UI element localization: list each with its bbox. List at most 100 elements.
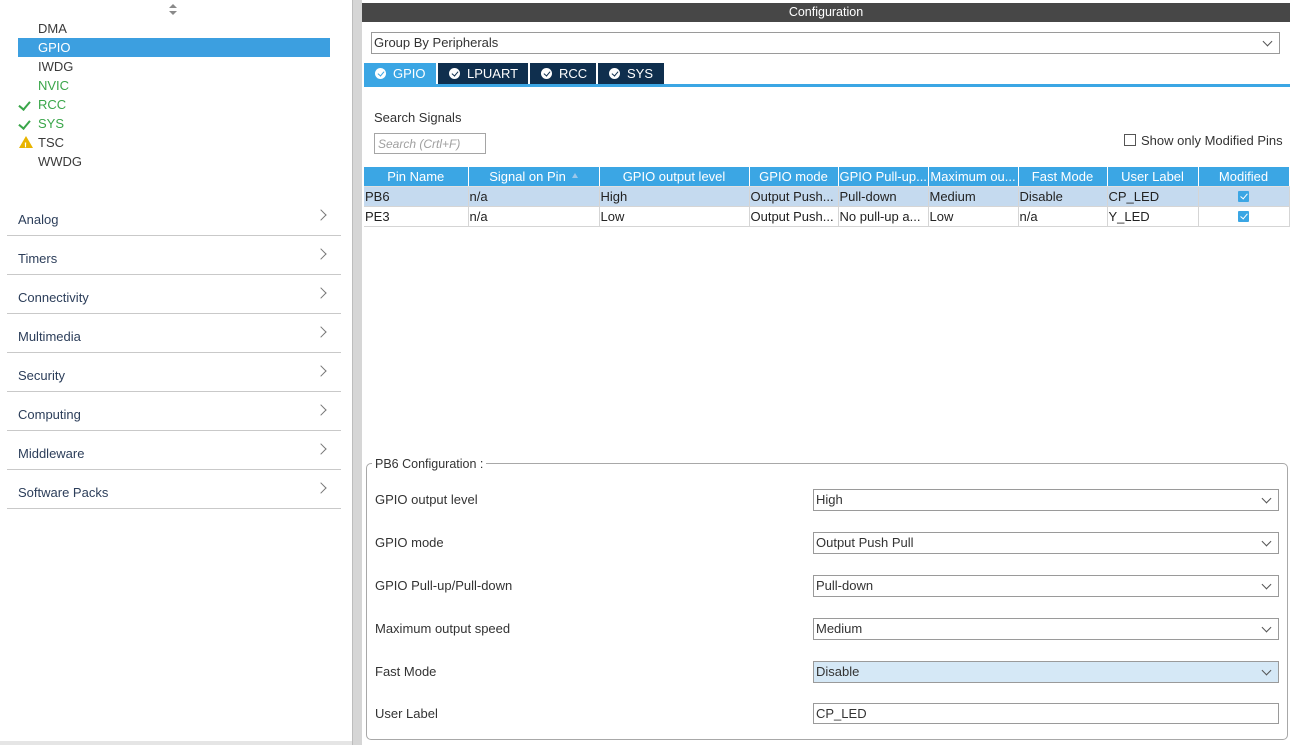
chevron-down-icon: [1261, 536, 1272, 547]
category-label: Analog: [18, 212, 59, 227]
tab-lpuart[interactable]: LPUART: [438, 63, 528, 84]
sidebar-item-label: RCC: [38, 97, 67, 112]
max-speed-select[interactable]: Medium: [813, 618, 1279, 640]
col-header-label: GPIO output level: [622, 168, 726, 184]
chevron-down-icon: [1261, 493, 1272, 504]
panel-splitter[interactable]: [352, 0, 362, 745]
category-computing[interactable]: Computing: [7, 392, 341, 431]
cell-fast-mode: n/a: [1018, 206, 1108, 227]
pull-select[interactable]: Pull-down: [813, 575, 1279, 597]
col-header-pin-name[interactable]: Pin Name: [364, 167, 469, 187]
chevron-right-icon: [315, 287, 327, 299]
sidebar-item-label: SYS: [38, 116, 65, 131]
gpio-mode-select[interactable]: Output Push Pull: [813, 532, 1279, 554]
sort-ascending-icon: [571, 172, 578, 178]
table-row[interactable]: PE3 n/a Low Output Push... No pull-up a.…: [364, 206, 1290, 227]
select-value: Disable: [816, 664, 860, 679]
sidebar-item-iwdg[interactable]: IWDG: [18, 57, 330, 76]
col-header-label: GPIO Pull-up...: [839, 168, 927, 184]
category-label: Timers: [18, 251, 58, 266]
col-header-gpio-pull[interactable]: GPIO Pull-up...: [838, 167, 929, 187]
select-value: High: [816, 492, 843, 507]
cell-user-label: CP_LED: [1107, 186, 1199, 207]
warning-icon: [19, 136, 33, 156]
category-connectivity[interactable]: Connectivity: [7, 275, 341, 314]
group-by-value: Group By Peripherals: [374, 35, 499, 50]
col-header-label: Maximum ou...: [930, 168, 1016, 184]
sidebar-item-nvic[interactable]: NVIC: [18, 76, 330, 95]
col-header-fast-mode[interactable]: Fast Mode: [1018, 167, 1108, 187]
modified-checkbox[interactable]: [1238, 190, 1249, 202]
cell-speed: Medium: [928, 186, 1019, 207]
category-software-packs[interactable]: Software Packs: [7, 470, 341, 509]
pin-table: Pin Name Signal on Pin GPIO output level…: [364, 167, 1290, 227]
sidebar-item-tsc[interactable]: TSC: [18, 133, 330, 156]
sidebar-item-label: IWDG: [38, 59, 74, 74]
fast-mode-select[interactable]: Disable: [813, 661, 1279, 683]
col-header-signal-on-pin[interactable]: Signal on Pin: [468, 167, 600, 187]
col-header-label: GPIO mode: [759, 168, 828, 184]
search-signals-input[interactable]: [374, 133, 486, 154]
sidebar-item-label: NVIC: [38, 78, 70, 93]
user-label-input[interactable]: [813, 703, 1279, 724]
chevron-down-icon: [1261, 622, 1272, 633]
modified-checkbox[interactable]: [1238, 210, 1249, 222]
sidebar-item-gpio[interactable]: GPIO: [18, 38, 330, 57]
sort-toggle-icon[interactable]: [168, 4, 178, 16]
output-level-select[interactable]: High: [813, 489, 1279, 511]
category-security[interactable]: Security: [7, 353, 341, 392]
chevron-right-icon: [315, 248, 327, 260]
col-header-max-output-speed[interactable]: Maximum ou...: [928, 167, 1019, 187]
cell-signal: n/a: [468, 206, 600, 227]
sidebar-item-dma[interactable]: DMA: [18, 19, 330, 38]
sidebar-item-label: TSC: [38, 135, 64, 150]
col-header-label: Fast Mode: [1031, 168, 1094, 184]
category-label: Middleware: [18, 446, 85, 461]
cell-pull: No pull-up a...: [838, 206, 929, 227]
cell-speed: Low: [928, 206, 1019, 227]
panel-title: Configuration: [362, 3, 1290, 22]
chevron-down-icon: [1262, 36, 1273, 47]
table-row[interactable]: PB6 n/a High Output Push... Pull-down Me…: [364, 186, 1290, 207]
check-icon: [19, 117, 33, 130]
category-middleware[interactable]: Middleware: [7, 431, 341, 470]
chevron-right-icon: [315, 482, 327, 494]
sidebar-item-wwdg[interactable]: WWDG: [18, 152, 330, 171]
sidebar-item-rcc[interactable]: RCC: [18, 95, 330, 114]
peripheral-sidebar: DMA GPIO IWDG NVIC RCC SYS TSC WWDG Anal…: [0, 0, 352, 745]
tab-label: RCC: [559, 66, 588, 81]
tab-gpio[interactable]: GPIO: [364, 63, 436, 84]
category-analog[interactable]: Analog: [7, 197, 341, 236]
col-header-label: Signal on Pin: [489, 168, 566, 184]
sidebar-item-label: GPIO: [38, 40, 71, 55]
col-header-gpio-mode[interactable]: GPIO mode: [749, 167, 839, 187]
cell-gpio-mode: Output Push...: [749, 206, 839, 227]
col-header-user-label[interactable]: User Label: [1107, 167, 1199, 187]
search-signals-label: Search Signals: [374, 110, 462, 125]
pin-configuration-title: PB6 Configuration :: [372, 457, 487, 471]
col-header-gpio-output-level[interactable]: GPIO output level: [599, 167, 750, 187]
sidebar-item-sys[interactable]: SYS: [18, 114, 330, 133]
tab-sys[interactable]: SYS: [598, 63, 664, 84]
cell-modified: [1198, 206, 1290, 227]
chevron-right-icon: [315, 365, 327, 377]
cell-signal: n/a: [468, 186, 600, 207]
category-multimedia[interactable]: Multimedia: [7, 314, 341, 353]
tab-rcc[interactable]: RCC: [530, 63, 596, 84]
select-value: Output Push Pull: [816, 535, 914, 550]
cell-output-level: High: [599, 186, 750, 207]
check-icon: [19, 98, 33, 111]
tab-label: LPUART: [467, 66, 519, 81]
table-header-row: Pin Name Signal on Pin GPIO output level…: [364, 167, 1290, 187]
field-label-fast-mode: Fast Mode: [375, 664, 437, 679]
field-label-gpio-mode: GPIO mode: [375, 535, 444, 550]
configuration-panel: Configuration Group By Peripherals GPIO …: [362, 0, 1290, 745]
field-label-user-label: User Label: [375, 706, 438, 721]
tab-label: GPIO: [393, 66, 426, 81]
category-timers[interactable]: Timers: [7, 236, 341, 275]
group-by-select[interactable]: Group By Peripherals: [371, 32, 1280, 54]
chevron-right-icon: [315, 326, 327, 338]
col-header-modified[interactable]: Modified: [1198, 167, 1290, 187]
show-modified-checkbox[interactable]: [1124, 134, 1136, 146]
category-label: Computing: [18, 407, 81, 422]
